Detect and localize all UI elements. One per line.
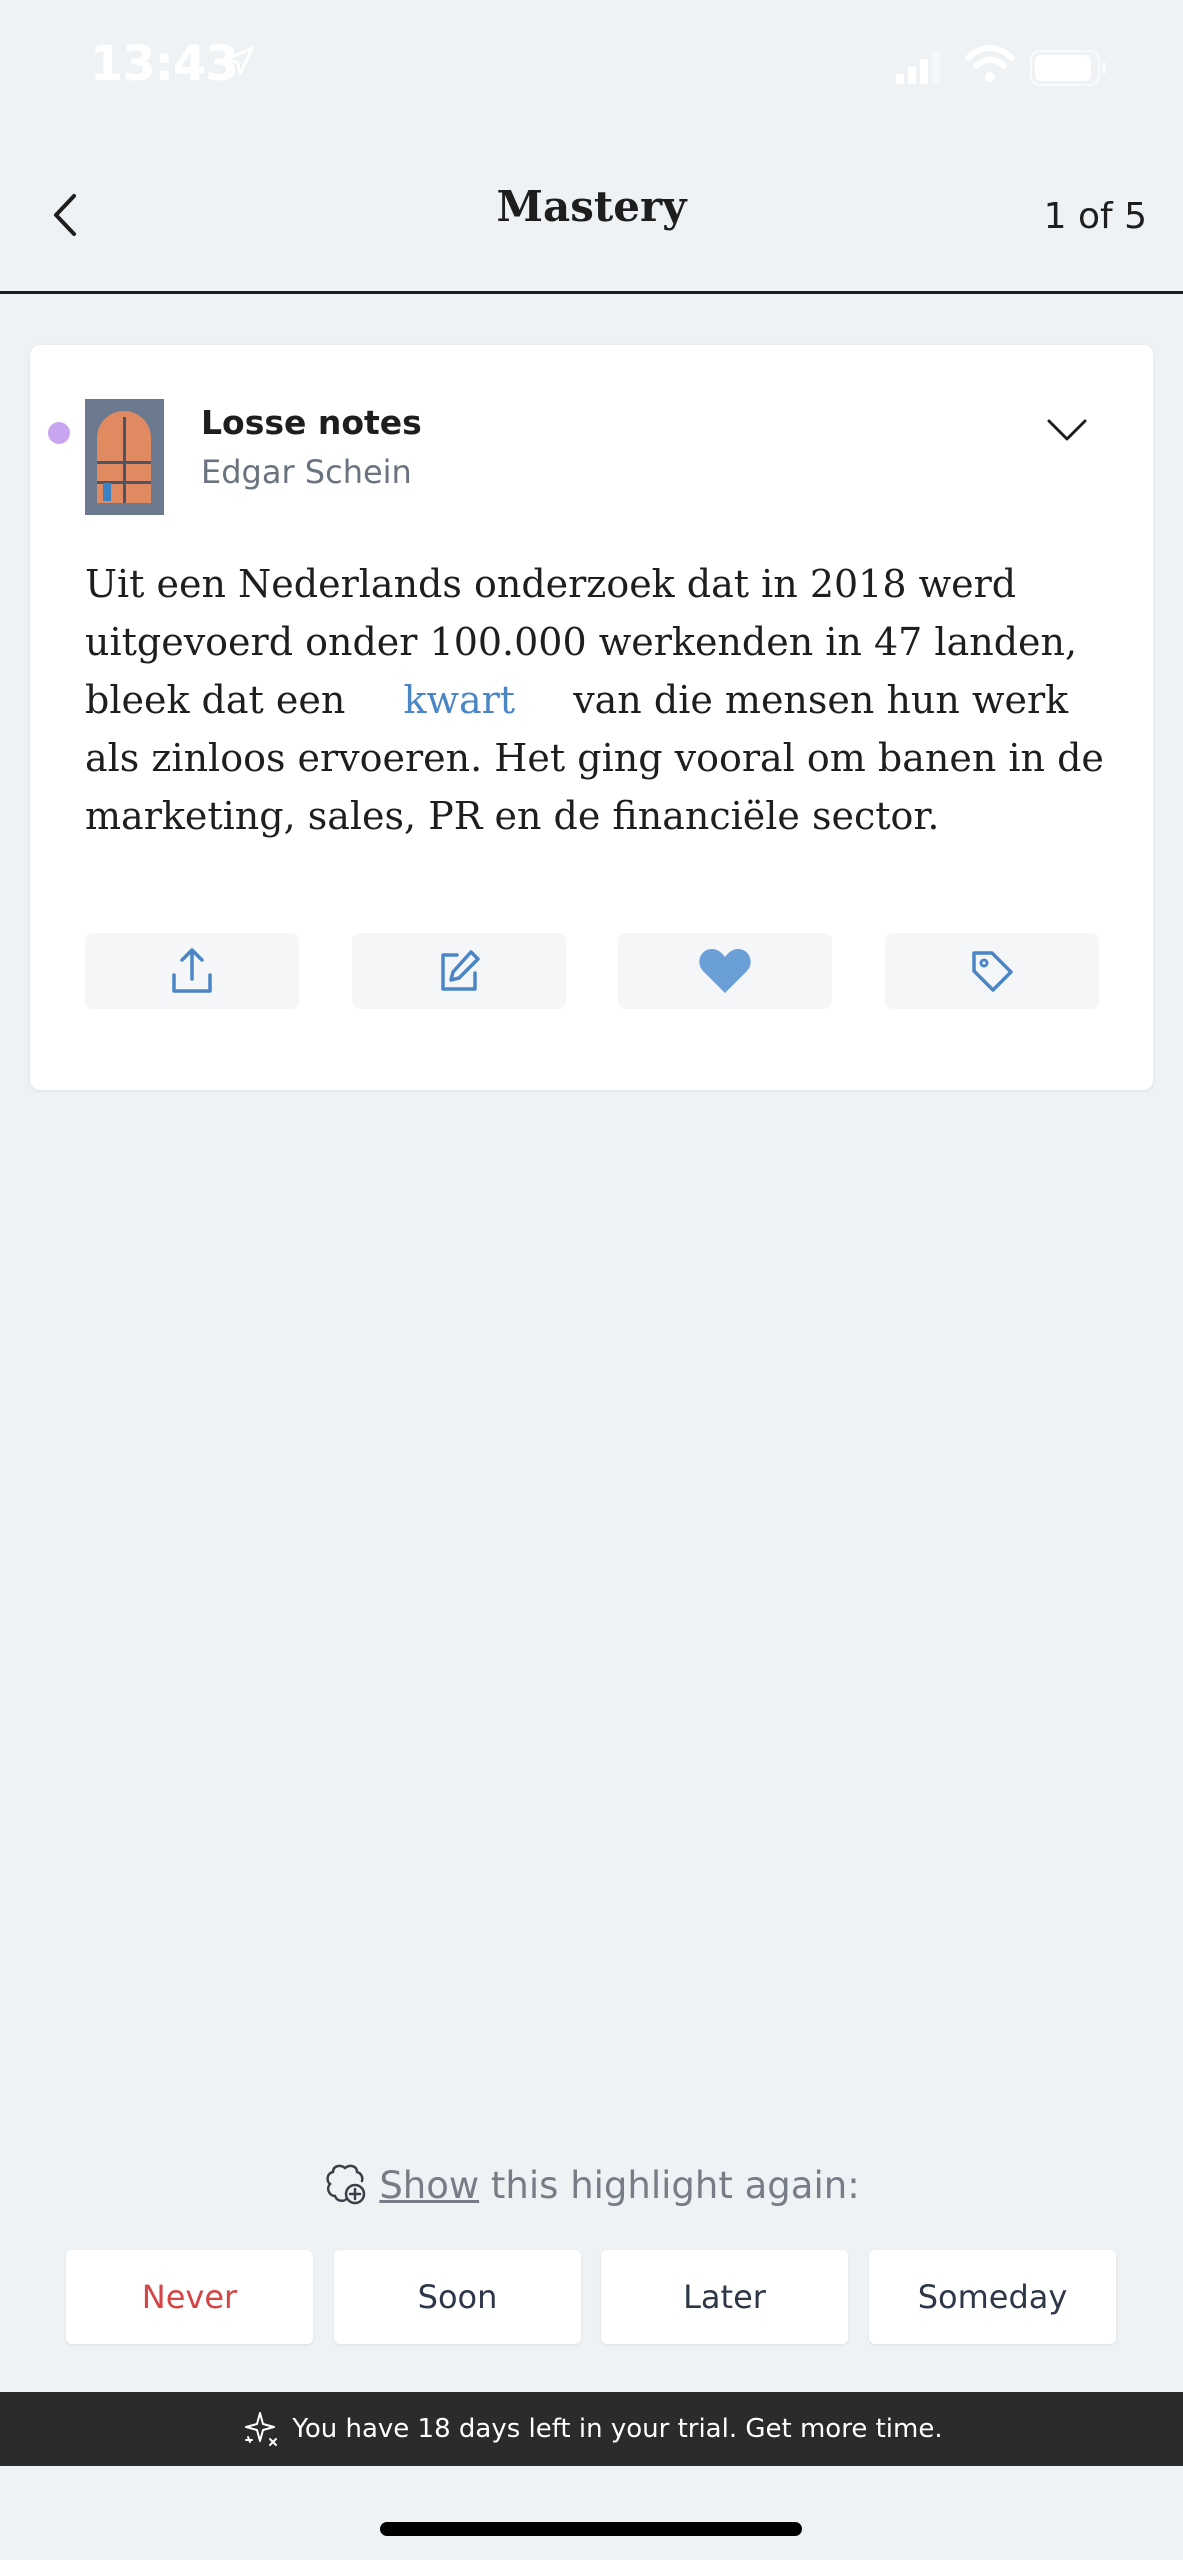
unread-dot (48, 422, 70, 444)
source-title[interactable]: Losse notes (201, 403, 422, 442)
trial-banner[interactable]: You have 18 days left in your trial. Get… (0, 2392, 1183, 2466)
header-divider (0, 291, 1183, 294)
brain-add-icon (326, 2164, 366, 2205)
source-author: Edgar Schein (201, 453, 412, 491)
never-button[interactable]: Never (66, 2250, 313, 2344)
heart-icon (699, 949, 751, 993)
share-icon (172, 948, 212, 993)
page-indicator: 1 of 5 (1043, 196, 1147, 237)
favorite-button[interactable] (618, 933, 832, 1009)
soon-button[interactable]: Soon (334, 2250, 581, 2344)
trial-text: You have 18 days left in your trial. Get… (292, 2414, 943, 2444)
navigation-header: Mastery 1 of 5 (0, 140, 1183, 292)
review-prompt-text: this highlight again: (490, 2164, 860, 2207)
book-cover-image (85, 399, 164, 515)
edit-button[interactable] (352, 933, 566, 1009)
chevron-down-icon[interactable] (1045, 415, 1089, 445)
highlight-text: Uit een Nederlands onderzoek dat in 2018… (85, 555, 1115, 845)
battery-icon (1030, 50, 1106, 86)
edit-icon (441, 950, 480, 991)
later-button[interactable]: Later (601, 2250, 848, 2344)
status-time: 13:43 (90, 36, 239, 92)
sparkles-icon (245, 2412, 278, 2446)
tag-button[interactable] (885, 933, 1099, 1009)
highlighted-word[interactable]: kwart (357, 678, 561, 722)
status-bar: 13:43 (0, 0, 1183, 140)
wifi-icon (965, 45, 1015, 82)
share-button[interactable] (85, 933, 299, 1009)
highlight-card: Losse notes Edgar Schein Uit een Nederla… (30, 345, 1153, 1090)
review-prompt: Show this highlight again: (0, 2162, 1183, 2207)
review-options: Never Soon Later Someday (66, 2250, 1118, 2344)
tag-icon (972, 951, 1013, 992)
show-link[interactable]: Show (379, 2164, 479, 2207)
signal-icon (896, 50, 940, 84)
location-arrow-icon (224, 46, 254, 76)
home-indicator[interactable] (380, 2522, 802, 2536)
action-bar (85, 933, 1125, 1009)
page-title: Mastery (496, 182, 687, 231)
someday-button[interactable]: Someday (869, 2250, 1116, 2344)
